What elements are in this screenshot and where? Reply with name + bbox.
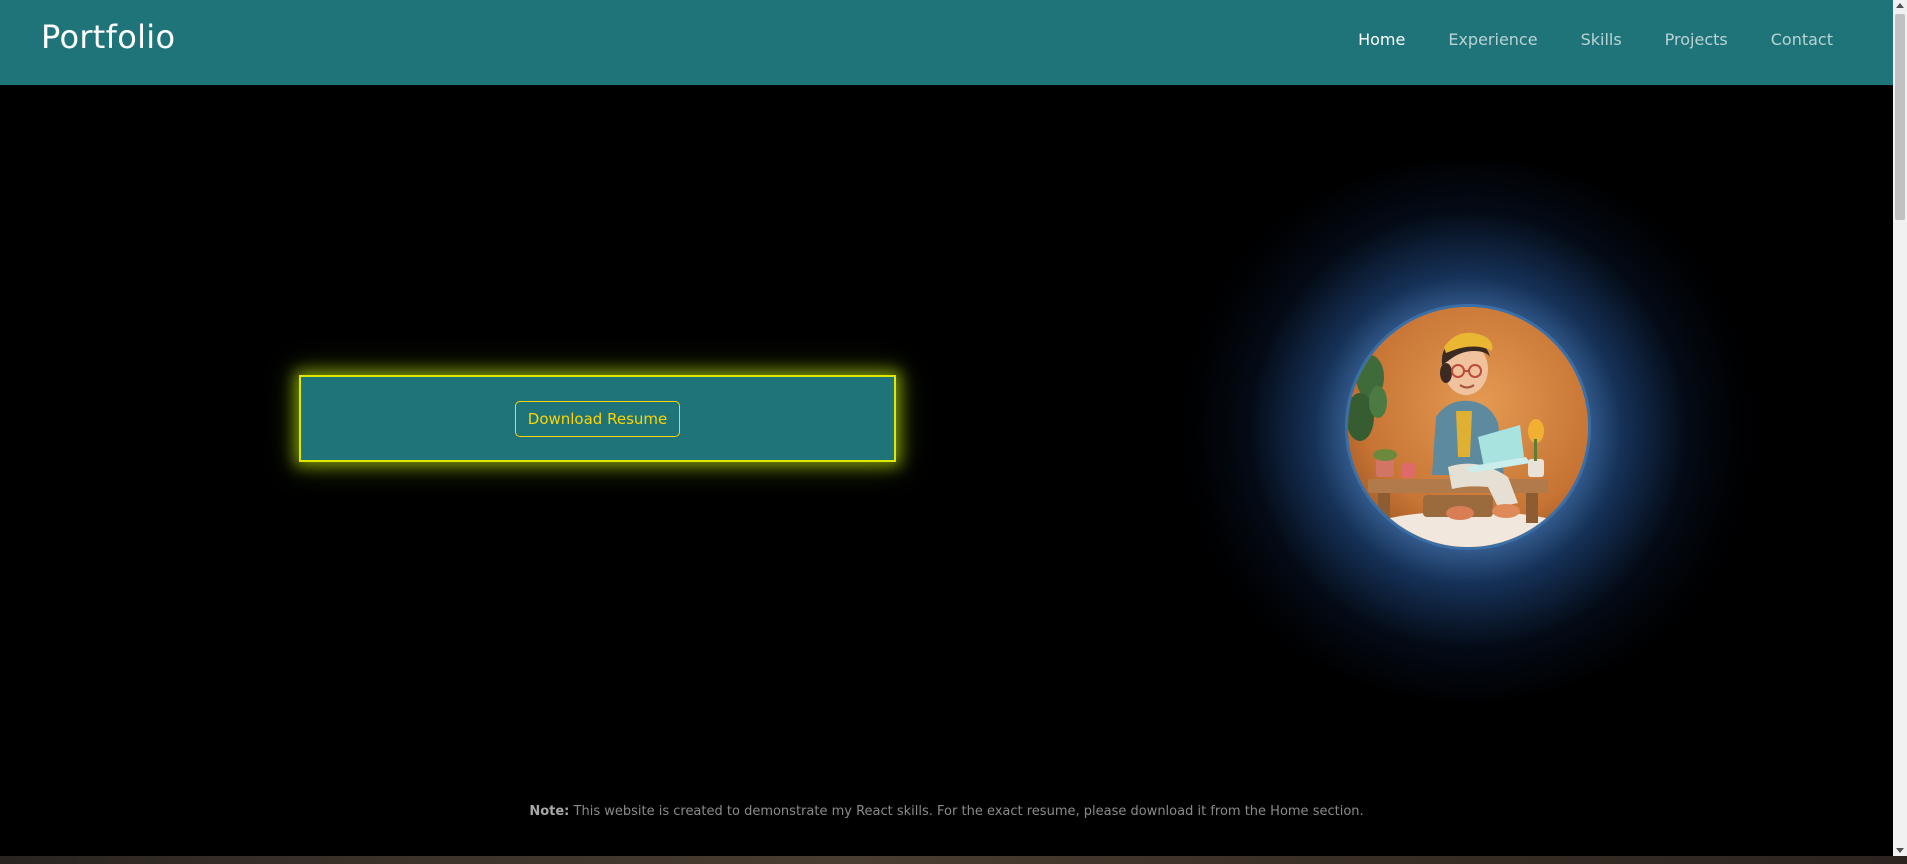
viewport: Portfolio Home Experience Skills Project… [0,0,1893,856]
page: Portfolio Home Experience Skills Project… [0,0,1907,864]
nav-link-contact[interactable]: Contact [1771,30,1833,49]
nav-link-home[interactable]: Home [1358,30,1405,49]
navbar: Portfolio Home Experience Skills Project… [0,0,1893,85]
nav-link-experience[interactable]: Experience [1448,30,1537,49]
footer-note-label: Note: [529,804,570,819]
nav-links: Home Experience Skills Projects Contact [1358,0,1833,78]
footer-note-text: This website is created to demonstrate m… [569,804,1364,819]
nav-link-projects[interactable]: Projects [1665,30,1728,49]
scroll-down-arrow-icon[interactable] [1896,848,1904,853]
developer-avatar-illustration-icon [1345,304,1591,550]
desktop-wallpaper-strip [0,856,1907,864]
footer-note: Note: This website is created to demonst… [0,804,1893,819]
brand-logo[interactable]: Portfolio [41,18,175,56]
nav-link-skills[interactable]: Skills [1581,30,1622,49]
scroll-thumb[interactable] [1895,14,1905,220]
vertical-scrollbar[interactable] [1893,0,1907,856]
download-resume-button[interactable]: Download Resume [514,400,681,437]
hero-card: Download Resume [299,375,896,462]
scroll-up-arrow-icon[interactable] [1896,3,1904,8]
